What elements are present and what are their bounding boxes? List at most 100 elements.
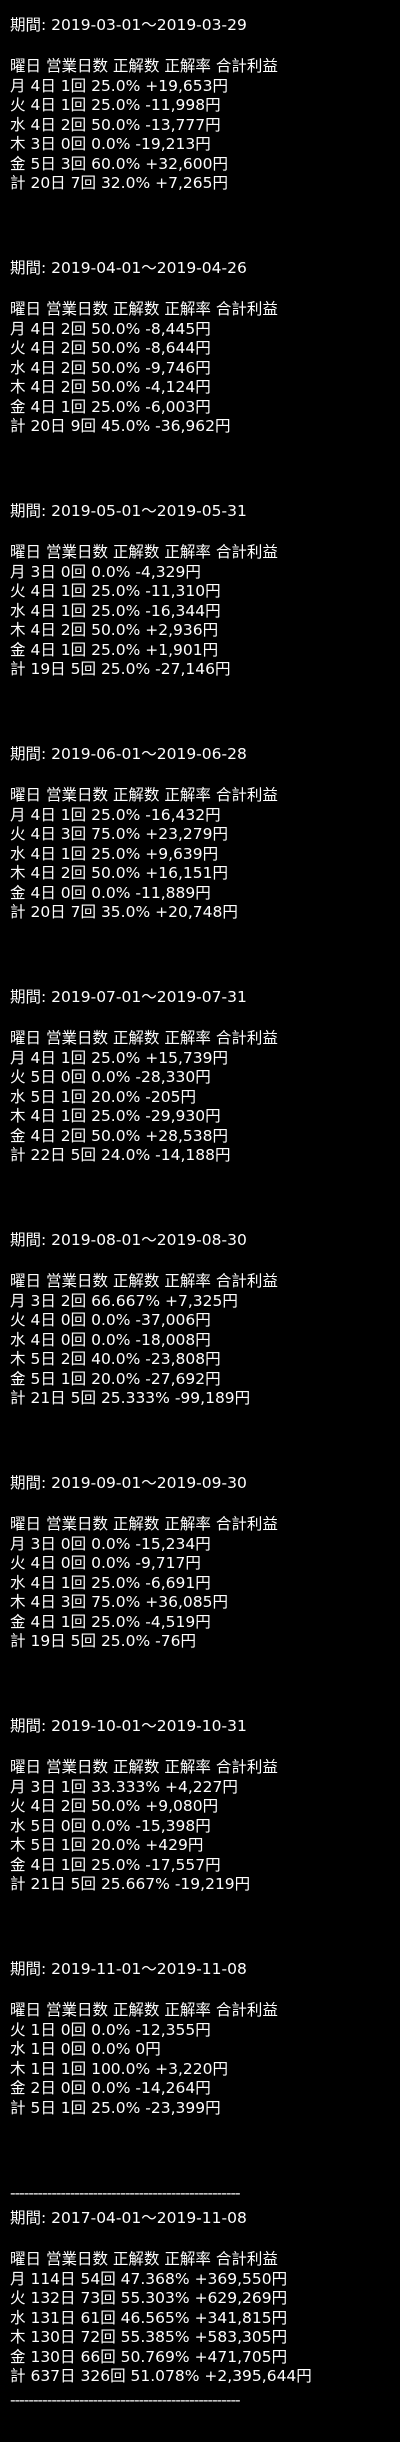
table-cell: 0.0%	[91, 1311, 131, 1329]
period-range: 2019-07-01～2019-07-31	[51, 988, 247, 1006]
header-cell: 合計利益	[215, 1758, 278, 1776]
table-cell: 水	[10, 1573, 26, 1592]
table-cell: 1日	[30, 2059, 56, 2078]
table-cell: -12,355円	[135, 2020, 211, 2039]
period-label: 期間:	[10, 1960, 52, 1978]
period-range: 2019-03-01～2019-03-29	[51, 16, 247, 34]
table-row: 木 4日 2回 50.0% +2,936円	[10, 621, 400, 641]
table-cell: 計	[10, 2098, 26, 2117]
table-row: 計 21日 5回 25.667% -19,219円	[10, 1875, 400, 1895]
table-cell: +19,653円	[145, 76, 228, 95]
table-row: 火 4日 0回 0.0% -9,717円	[10, 1554, 400, 1574]
period-blocks: 期間: 2019-03-01～2019-03-29 曜日 営業日数 正解数 正解率…	[10, 16, 400, 2184]
table-cell: 25.0%	[91, 582, 141, 600]
header-cell: 合計利益	[215, 543, 278, 561]
header-cell: 正解率	[164, 1758, 211, 1776]
header-cell: 正解率	[164, 1515, 211, 1533]
table-cell: 4日	[30, 397, 56, 416]
period-line: 期間: 2019-10-01～2019-10-31	[10, 1717, 400, 1737]
table-cell: 木	[10, 621, 26, 639]
header-cell: 正解数	[112, 300, 160, 318]
table-cell: 19日	[30, 660, 66, 678]
period-block: 期間: 2019-07-01～2019-07-31 曜日 営業日数 正解数 正解率…	[10, 988, 400, 1231]
period-block: 期間: 2019-11-01～2019-11-08 曜日 営業日数 正解数 正解率…	[10, 1960, 400, 2184]
table-cell: 木	[10, 378, 26, 396]
table-cell: 木	[10, 1593, 26, 1611]
table-cell: 2回	[60, 339, 87, 357]
table-cell: 金	[10, 1855, 26, 1874]
period-block: 期間: 2019-10-01～2019-10-31 曜日 営業日数 正解数 正解率…	[10, 1717, 400, 1960]
header-cell: 営業日数	[45, 786, 108, 804]
header-cell: 合計利益	[215, 2250, 278, 2268]
table-row: 月 3日 1回 33.333% +4,227円	[10, 1778, 400, 1798]
header-cell: 正解率	[164, 1029, 211, 1047]
header-cell: 合計利益	[215, 300, 278, 318]
table-cell: 1回	[60, 640, 87, 659]
period-label: 期間:	[10, 2209, 52, 2227]
table-cell: 4日	[30, 115, 56, 134]
table-cell: 47.368%	[120, 2269, 190, 2288]
table-cell: 4日	[30, 1797, 56, 1815]
header-cell: 正解数	[112, 1272, 160, 1290]
period-label: 期間:	[10, 745, 52, 763]
period-range: 2019-05-01～2019-05-31	[51, 502, 247, 520]
table-cell: 金	[10, 154, 26, 173]
table-cell: 水	[10, 2308, 26, 2327]
table-cell: 月	[10, 2269, 26, 2288]
table-row: 計 20日 7回 35.0% +20,748円	[10, 903, 400, 923]
period-block: 期間: 2019-05-01～2019-05-31 曜日 営業日数 正解数 正解率…	[10, 502, 400, 745]
table-row: 火 4日 3回 75.0% +23,279円	[10, 825, 400, 845]
table-row: 水 4日 1回 25.0% -6,691円	[10, 1574, 400, 1594]
header-cell: 営業日数	[45, 57, 108, 75]
table-cell: 0.0%	[91, 1068, 131, 1086]
table-cell: 0.0%	[91, 2079, 131, 2097]
table-cell: -16,432円	[145, 805, 221, 824]
period-line: 期間: 2019-07-01～2019-07-31	[10, 988, 400, 1008]
table-cell: 50.769%	[120, 2347, 190, 2366]
table-cell: 4日	[30, 339, 56, 357]
table-cell: 木	[10, 2059, 26, 2078]
table-cell: 637日	[30, 2367, 76, 2385]
table-cell: +9,080円	[145, 1797, 219, 1815]
table-cell: -27,146円	[155, 660, 231, 678]
header-cell: 正解数	[112, 57, 160, 75]
table-cell: -8,445円	[145, 319, 211, 338]
table-row: 金 4日 1回 25.0% +1,901円	[10, 641, 400, 661]
header-cell: 正解率	[164, 786, 211, 804]
table-row: 木 5日 1回 20.0% +429円	[10, 1836, 400, 1856]
table-cell: 金	[10, 1612, 26, 1631]
table-cell: 1回	[60, 1107, 87, 1125]
table-cell: 月	[10, 1777, 26, 1796]
table-cell: 4日	[30, 1048, 56, 1067]
table-cell: 1回	[60, 76, 87, 95]
table-row: 火 4日 2回 50.0% -8,644円	[10, 339, 400, 359]
table-cell: 66.667%	[91, 1291, 161, 1310]
column-header: 曜日 営業日数 正解数 正解率 合計利益	[10, 1758, 400, 1778]
period-line: 期間: 2019-05-01～2019-05-31	[10, 502, 400, 522]
table-cell: 50.0%	[91, 1797, 141, 1815]
table-cell: +2,936円	[145, 621, 219, 639]
table-row: 月 3日 2回 66.667% +7,325円	[10, 1292, 400, 1312]
table-cell: 火	[10, 582, 26, 600]
table-cell: +23,279円	[145, 825, 228, 843]
table-cell: 25.0%	[91, 1573, 141, 1592]
table-cell: 0円	[135, 2040, 161, 2058]
period-range: 2019-11-01～2019-11-08	[51, 1960, 247, 1978]
table-cell: 水	[10, 1087, 26, 1106]
table-cell: 木	[10, 1107, 26, 1125]
table-cell: 計	[10, 174, 26, 192]
table-row: 木 4日 3回 75.0% +36,085円	[10, 1593, 400, 1613]
table-cell: 5回	[70, 660, 96, 678]
table-cell: 0回	[60, 1330, 87, 1349]
table-row: 水 4日 2回 50.0% -9,746円	[10, 359, 400, 379]
header-cell: 正解率	[164, 2001, 211, 2019]
table-cell: -37,006円	[135, 1311, 211, 1329]
table-cell: 25.333%	[100, 1389, 170, 1407]
table-cell: -27,692円	[145, 1369, 221, 1388]
column-header: 曜日 営業日数 正解数 正解率 合計利益	[10, 300, 400, 320]
table-row: 火 132日 73回 55.303% +629,269円	[10, 2289, 400, 2309]
table-row: 火 4日 1回 25.0% -11,998円	[10, 96, 400, 116]
table-cell: 4日	[30, 864, 56, 882]
table-cell: +629,269円	[194, 2289, 288, 2307]
table-cell: 3日	[30, 1777, 56, 1796]
